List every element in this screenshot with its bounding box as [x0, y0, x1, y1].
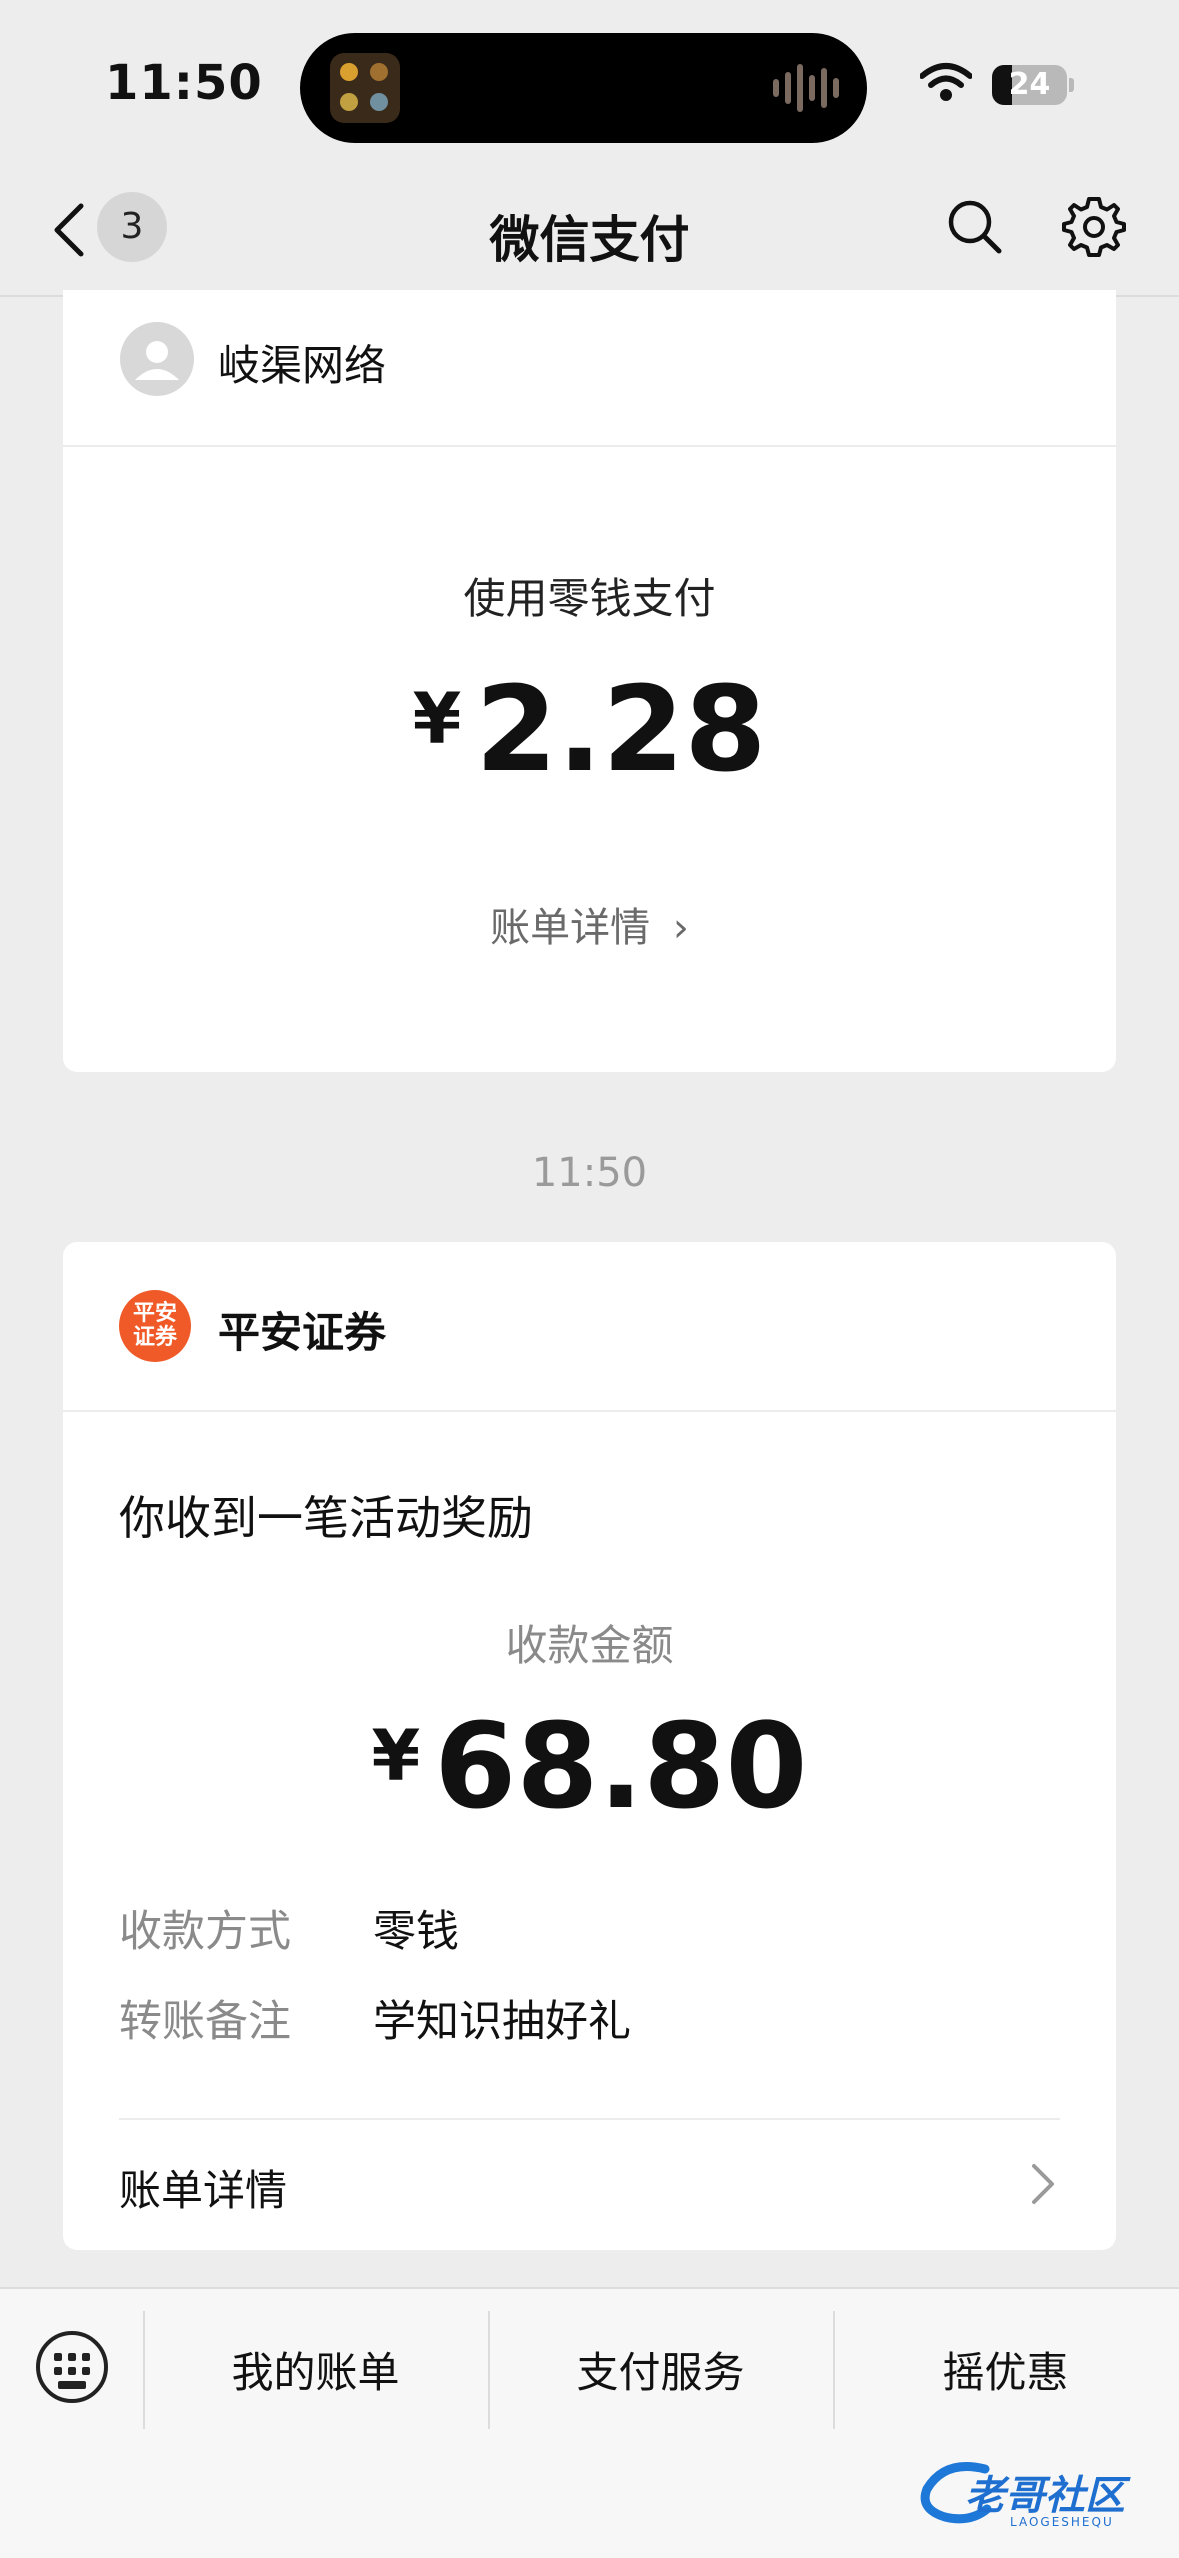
audio-waveform-icon — [773, 63, 839, 113]
logo-text-1: 平安 — [132, 1301, 177, 1326]
row-value-method: 零钱 — [373, 1907, 459, 1957]
row-label-method: 收款方式 — [119, 1907, 291, 1957]
search-icon[interactable] — [945, 197, 1005, 257]
merchant-avatar-icon — [120, 322, 194, 396]
logo-text-2: 证券 — [132, 1325, 177, 1350]
bill-details-row[interactable]: 账单详情 — [119, 2157, 287, 2218]
card-divider — [63, 1410, 1116, 1412]
dynamic-island[interactable] — [300, 33, 867, 143]
received-amount: ¥68.80 — [63, 1697, 1116, 1835]
bottom-menu-bar: 我的账单 支付服务 摇优惠 老哥社区 LAOGESHEQU — [0, 2287, 1179, 2558]
battery-nub — [1069, 78, 1074, 92]
status-bar: 11:50 24 — [0, 0, 1179, 170]
bill-details-label: 账单详情 — [490, 905, 651, 951]
pingan-logo-icon: 平安 证券 — [119, 1290, 191, 1362]
menu-payment-services[interactable]: 支付服务 — [488, 2339, 833, 2400]
watermark-logo: 老哥社区 LAOGESHEQU — [915, 2459, 1165, 2539]
battery-icon: 24 — [992, 65, 1067, 105]
bill-details-link[interactable]: 账单详情 › — [63, 895, 1116, 953]
notification-headline: 你收到一笔活动奖励 — [119, 1491, 533, 1545]
chevron-right-icon[interactable] — [1028, 2162, 1058, 2206]
row-label-note: 转账备注 — [119, 1997, 291, 2047]
menu-my-bills[interactable]: 我的账单 — [143, 2339, 488, 2400]
wifi-icon — [920, 63, 972, 101]
payment-amount: ¥2.28 — [63, 660, 1116, 798]
watermark-text: 老哥社区 — [965, 2473, 1125, 2519]
payment-card-pingan[interactable]: 平安 证券 平安证券 你收到一笔活动奖励 收款金额 ¥68.80 收款方式 零钱… — [63, 1242, 1116, 2250]
watermark-subtext: LAOGESHEQU — [1010, 2515, 1114, 2529]
gear-icon[interactable] — [1062, 195, 1126, 259]
card-divider — [119, 2118, 1060, 2120]
status-time: 11:50 — [105, 55, 263, 111]
amount-value: 68.80 — [434, 1697, 808, 1835]
message-timestamp: 11:50 — [531, 1150, 648, 1196]
card-divider — [63, 445, 1116, 447]
amount-label: 收款金额 — [505, 1621, 674, 1670]
currency-symbol: ¥ — [371, 1715, 421, 1797]
battery-level: 24 — [1008, 67, 1051, 102]
keyboard-toggle-icon[interactable] — [36, 2331, 108, 2403]
row-value-note: 学知识抽好礼 — [373, 1997, 631, 2047]
payment-card-qiqu[interactable]: 岐渠网络 使用零钱支付 ¥2.28 账单详情 › — [63, 290, 1116, 1072]
amount-value: 2.28 — [475, 660, 767, 798]
menu-shake-offers[interactable]: 摇优惠 — [833, 2339, 1178, 2400]
pay-method-text: 使用零钱支付 — [463, 574, 716, 623]
currency-symbol: ¥ — [412, 678, 462, 760]
chevron-right-icon: › — [672, 905, 689, 951]
live-activity-app-icon — [330, 53, 400, 123]
merchant-name: 平安证券 — [218, 1308, 387, 1357]
merchant-name: 岐渠网络 — [218, 341, 387, 390]
